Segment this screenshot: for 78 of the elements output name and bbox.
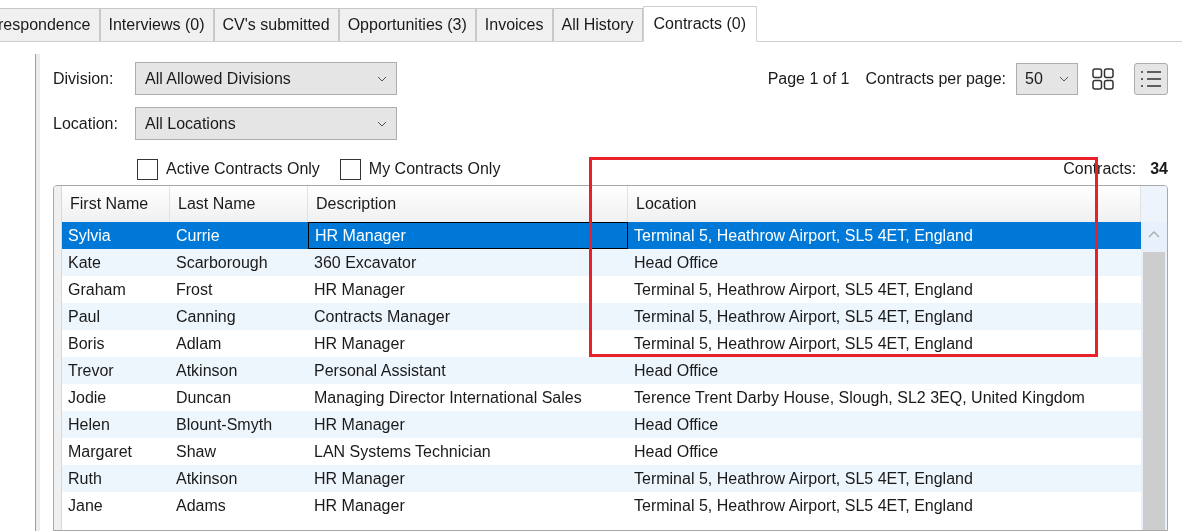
list-view-button[interactable] — [1134, 63, 1168, 95]
table-cell-text: Contracts Manager — [313, 306, 452, 327]
chevron-down-icon — [1059, 76, 1069, 82]
per-page-dropdown[interactable]: 50 — [1016, 63, 1078, 95]
table-cell-text: Terminal 5, Heathrow Airport, SL5 4ET, England — [633, 333, 974, 354]
table-cell-text: Currie — [175, 225, 221, 246]
table-cell-text: Head Office — [633, 360, 720, 381]
scrollbar-thumb[interactable] — [1143, 252, 1165, 530]
tab[interactable]: Contracts (0) — [642, 6, 757, 42]
table-cell-text: Frost — [175, 279, 214, 300]
table-cell-text: Margaret — [67, 441, 134, 462]
table-cell-text: Sylvia — [67, 225, 112, 246]
checkbox-label[interactable]: Active Contracts Only — [166, 157, 320, 181]
table-cell-text: HR Manager — [313, 468, 406, 489]
table-cell-text: HR Manager — [313, 333, 406, 354]
table-cell-text: Atkinson — [175, 468, 239, 489]
filter-label: Location: — [53, 113, 119, 134]
table-cell-text: Canning — [175, 306, 237, 327]
per-page-label: Contracts per page: — [865, 69, 1006, 89]
tab[interactable]: Opportunities (3) — [338, 8, 476, 41]
table-cell-text: Head Office — [633, 252, 720, 273]
table-cell-text: Terminal 5, Heathrow Airport, SL5 4ET, England — [633, 225, 974, 246]
table-cell-text: HR Manager — [313, 279, 406, 300]
table-cell-text: Jane — [67, 495, 104, 516]
table-row[interactable]: Trevor Atkinson Personal Assistant Head Office — [62, 357, 1141, 384]
table-cell-text: Helen — [67, 414, 111, 435]
table-cell-text: Adlam — [175, 333, 223, 354]
table-cell-text: Trevor — [67, 360, 115, 381]
filter-dropdown[interactable]: All Allowed Divisions — [135, 62, 397, 95]
table-cell-text: Duncan — [175, 387, 233, 408]
header-corner — [1141, 186, 1167, 222]
table-row[interactable]: Helen Blount-Smyth HR Manager Head Office — [62, 411, 1141, 438]
table-cell-text: Head Office — [633, 414, 720, 435]
table-cell-text: HR Manager — [313, 495, 406, 516]
checkbox-label[interactable]: My Contracts Only — [368, 157, 501, 181]
table-cell-text: Terminal 5, Heathrow Airport, SL5 4ET, England — [633, 279, 974, 300]
checkbox[interactable] — [137, 158, 158, 180]
table-cell-text: Terminal 5, Heathrow Airport, SL5 4ET, England — [633, 306, 974, 327]
tab[interactable]: CV's submitted — [213, 8, 339, 41]
table-cell-text: Boris — [67, 333, 106, 354]
table-cell-text: Kate — [67, 252, 102, 273]
table-cell-text: Adams — [175, 495, 227, 516]
tab[interactable]: All History — [552, 8, 643, 41]
table-cell-text: Paul — [67, 306, 102, 327]
tab[interactable]: Interviews (0) — [99, 8, 214, 41]
table-cell-text: Terminal 5, Heathrow Airport, SL5 4ET, England — [633, 468, 974, 489]
scrollbar[interactable] — [1141, 222, 1167, 530]
contracts-count: 34 — [1150, 159, 1168, 179]
table-cell-text: Atkinson — [175, 360, 239, 381]
filter-dropdown[interactable]: All Locations — [135, 107, 397, 140]
table-row[interactable]: Kate Scarborough 360 Excavator Head Office — [62, 249, 1141, 276]
table-cell-text: Head Office — [633, 441, 720, 462]
table-cell-text: 360 Excavator — [313, 252, 418, 273]
chevron-down-icon — [377, 75, 387, 82]
filter-label: Division: — [53, 68, 115, 89]
table-cell-text: Shaw — [175, 441, 218, 462]
table-row[interactable]: Paul Canning Contracts Manager Terminal 5, Heathrow Airport, SL5 4ET, England — [62, 303, 1141, 330]
table-cell-text: Scarborough — [175, 252, 269, 273]
table-cell-text: Terence Trent Darby House, Slough, SL2 3EQ, United Kingdom — [633, 387, 1086, 408]
grid-view-icon[interactable] — [1092, 68, 1114, 90]
table-cell-text: LAN Systems Technician — [313, 441, 492, 462]
table-cell-text: Terminal 5, Heathrow Airport, SL5 4ET, England — [633, 495, 974, 516]
table-cell-text: Managing Director International Sales — [313, 387, 583, 408]
column-header[interactable]: Description — [308, 186, 628, 222]
list-icon — [1140, 70, 1162, 88]
table-cell-text: Personal Assistant — [313, 360, 447, 381]
table-cell-text: Jodie — [67, 387, 108, 408]
table-cell-text: Blount-Smyth — [175, 414, 274, 435]
chevron-down-icon — [377, 120, 387, 127]
table-cell-text: Graham — [67, 279, 127, 300]
tab[interactable]: Invoices — [475, 8, 553, 41]
checkbox[interactable] — [339, 158, 361, 180]
table-cell-text: Ruth — [67, 468, 103, 489]
page-indicator: Page 1 of 1 — [767, 69, 850, 89]
table-row[interactable]: Ruth Atkinson HR Manager Terminal 5, Heathrow Airport, SL5 4ET, England — [62, 465, 1141, 492]
table-row[interactable]: Sylvia Currie HR Manager Terminal 5, Heathrow Airport, SL5 4ET, England — [62, 222, 1141, 249]
table-cell-text: HR Manager — [313, 414, 406, 435]
table-cell: HR Manager — [308, 222, 628, 249]
